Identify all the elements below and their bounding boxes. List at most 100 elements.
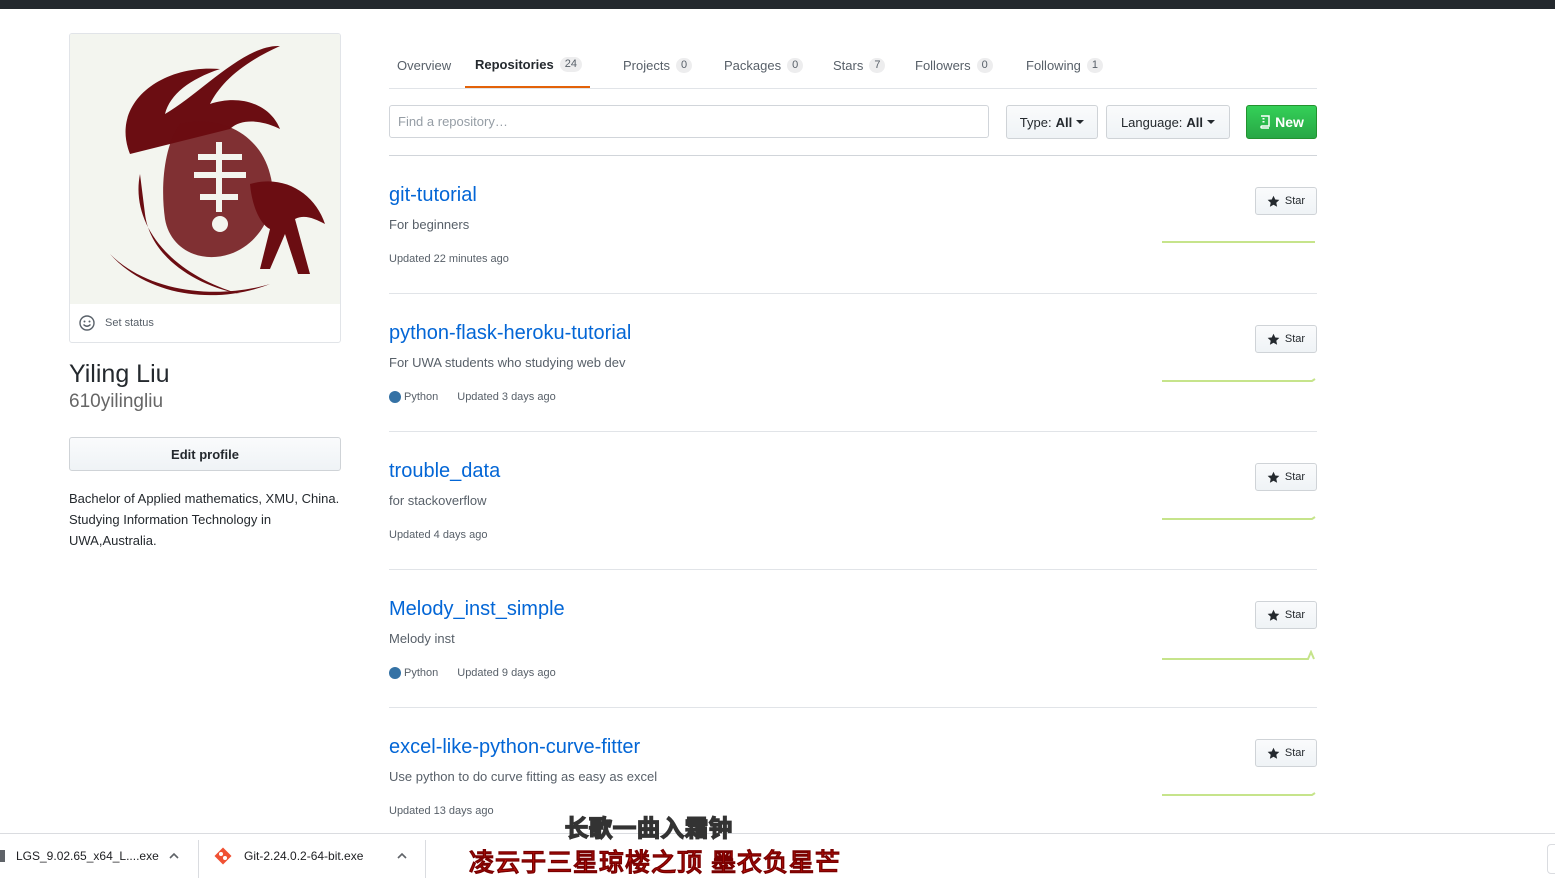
repo-book-icon xyxy=(1260,115,1270,129)
chevron-up-icon[interactable] xyxy=(396,850,408,862)
tab-label: Overview xyxy=(397,57,452,73)
tab-count: 0 xyxy=(787,57,804,73)
repo-name-link[interactable]: trouble_data xyxy=(389,460,500,483)
repo-description: Melody inst xyxy=(389,631,455,646)
repo-list-item: python-flask-heroku-tutorial For UWA stu… xyxy=(389,294,1317,432)
download-filename: Git-2.24.0.2-64-bit.exe xyxy=(244,849,364,863)
repo-description: For beginners xyxy=(389,217,470,232)
video-subtitle-line-2: 凌云于三星琼楼之顶 墨衣负星芒 xyxy=(469,849,841,878)
repo-updated: Updated 13 days ago xyxy=(389,805,494,817)
caret-down-icon xyxy=(1207,120,1216,124)
repo-updated: Updated 4 days ago xyxy=(389,529,488,541)
repo-name-link[interactable]: excel-like-python-curve-fitter xyxy=(389,736,640,759)
python-language-dot xyxy=(389,667,401,679)
tab-packages[interactable]: Packages 0 xyxy=(724,42,804,88)
profile-username: 610yilingliu xyxy=(69,391,164,412)
caret-down-icon xyxy=(1076,120,1085,124)
star-label: Star xyxy=(1284,471,1306,483)
repo-meta: Python Updated 3 days ago xyxy=(389,391,556,403)
divider xyxy=(425,840,426,878)
star-icon xyxy=(1267,195,1280,207)
edit-profile-button[interactable]: Edit profile xyxy=(69,437,341,471)
star-button[interactable]: Star xyxy=(1255,187,1317,215)
repo-updated: Updated 3 days ago xyxy=(457,391,556,403)
star-icon xyxy=(1267,609,1280,621)
tab-followers[interactable]: Followers 0 xyxy=(915,42,993,88)
set-status-label: Set status xyxy=(105,317,154,329)
tab-overview[interactable]: Overview xyxy=(397,42,451,88)
star-label: Star xyxy=(1284,609,1306,621)
tab-count: 0 xyxy=(976,57,993,73)
activity-sparkline xyxy=(1162,241,1315,243)
repo-language-label: Python xyxy=(404,667,439,679)
tab-stars[interactable]: Stars 7 xyxy=(833,42,886,88)
activity-sparkline xyxy=(1162,650,1315,660)
repo-name-link[interactable]: python-flask-heroku-tutorial xyxy=(389,322,631,345)
profile-bio: Bachelor of Applied mathematics, XMU, Ch… xyxy=(69,491,340,548)
top-header-bar xyxy=(0,0,1555,9)
language-filter-value: All xyxy=(1186,114,1204,130)
language-filter-label: Language: xyxy=(1120,114,1183,130)
type-filter-label: Type: xyxy=(1019,114,1052,130)
tab-count: 7 xyxy=(869,57,886,73)
profile-full-name: Yiling Liu xyxy=(69,360,170,388)
star-button[interactable]: Star xyxy=(1255,325,1317,353)
tab-following[interactable]: Following 1 xyxy=(1026,42,1104,88)
activity-sparkline xyxy=(1162,792,1316,796)
tab-label: Following xyxy=(1026,57,1081,73)
type-filter-dropdown[interactable]: Type: All xyxy=(1006,105,1098,139)
tab-label: Projects xyxy=(623,57,670,73)
language-filter-dropdown[interactable]: Language: All xyxy=(1106,105,1230,139)
repo-language-label: Python xyxy=(404,391,439,403)
repo-meta: Python Updated 9 days ago xyxy=(389,667,556,679)
repo-meta: Updated 4 days ago xyxy=(389,529,487,541)
repo-language: Python xyxy=(389,667,438,679)
smiley-icon xyxy=(79,315,95,331)
set-status-button[interactable]: Set status xyxy=(70,304,340,342)
star-label: Star xyxy=(1284,747,1306,759)
repo-name-link[interactable]: Melody_inst_simple xyxy=(389,598,565,621)
file-icon xyxy=(0,850,5,862)
tab-count: 24 xyxy=(559,56,582,72)
profile-tabs: Overview Repositories 24 Projects 0 Packag… xyxy=(389,42,1317,89)
tab-label: Repositories xyxy=(475,56,554,72)
type-filter-value: All xyxy=(1055,114,1073,130)
tab-label: Stars xyxy=(833,57,864,73)
download-item[interactable]: Git-2.24.0.2-64-bit.exe xyxy=(214,834,363,878)
tab-label: Packages xyxy=(724,57,782,73)
repo-updated: Updated 9 days ago xyxy=(457,667,556,679)
repo-name-link[interactable]: git-tutorial xyxy=(389,184,477,207)
python-language-dot xyxy=(389,391,401,403)
repo-list-item: Melody_inst_simple Melody inst Python Up… xyxy=(389,570,1317,708)
video-subtitle-line-1: 长歌一曲入霜钟 xyxy=(564,814,733,842)
new-repository-button[interactable]: New xyxy=(1246,105,1317,139)
tab-projects[interactable]: Projects 0 xyxy=(623,42,693,88)
star-label: Star xyxy=(1284,333,1306,345)
divider xyxy=(198,840,199,878)
activity-sparkline xyxy=(1162,378,1316,382)
star-button[interactable]: Star xyxy=(1255,739,1317,767)
find-repository-input[interactable] xyxy=(389,105,989,138)
tab-label: Followers xyxy=(915,57,971,73)
avatar[interactable] xyxy=(70,34,340,304)
download-item[interactable]: LGS_9.02.65_x64_L....exe xyxy=(0,834,159,878)
repo-description: for stackoverflow xyxy=(389,493,487,508)
tab-repositories[interactable]: Repositories 24 xyxy=(465,42,590,88)
star-button[interactable]: Star xyxy=(1255,463,1317,491)
repo-list-item: git-tutorial For beginners Updated 22 mi… xyxy=(389,156,1317,294)
repo-updated: Updated 22 minutes ago xyxy=(389,253,509,265)
star-button[interactable]: Star xyxy=(1255,601,1317,629)
activity-sparkline xyxy=(1162,516,1316,520)
tab-count: 1 xyxy=(1086,57,1104,73)
repo-list-item: trouble_data for stackoverflow Updated 4… xyxy=(389,432,1317,570)
git-icon xyxy=(214,847,232,865)
star-icon xyxy=(1267,333,1280,345)
download-filename: LGS_9.02.65_x64_L....exe xyxy=(16,849,159,863)
show-all-button[interactable] xyxy=(1547,844,1555,874)
repo-meta: Updated 22 minutes ago xyxy=(389,253,509,265)
star-label: Star xyxy=(1284,195,1306,207)
repo-language: Python xyxy=(389,391,438,403)
repo-description: Use python to do curve fitting as easy a… xyxy=(389,769,658,784)
star-icon xyxy=(1267,747,1280,759)
chevron-up-icon[interactable] xyxy=(168,850,180,862)
